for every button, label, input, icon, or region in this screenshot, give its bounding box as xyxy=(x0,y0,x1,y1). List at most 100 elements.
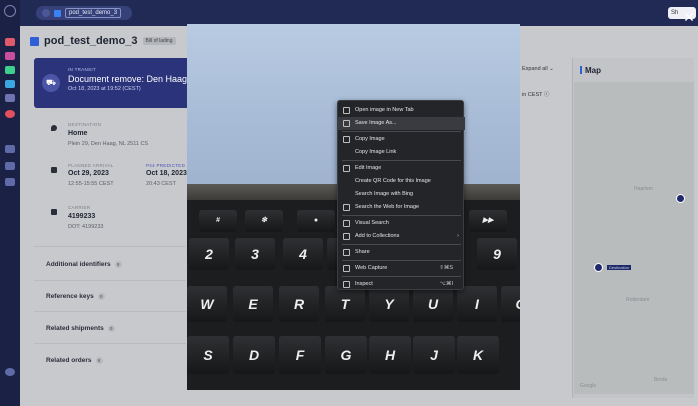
chevron-right-icon: › xyxy=(457,233,459,239)
keyboard-key: Y xyxy=(369,286,409,322)
nav-icon-9[interactable] xyxy=(5,178,15,186)
back-icon[interactable] xyxy=(42,9,50,17)
keyboard-key: T xyxy=(325,286,365,322)
section-label: Related shipments xyxy=(46,325,104,333)
visual-search-icon xyxy=(343,220,350,227)
keyboard-key: 4 xyxy=(283,238,323,270)
keyboard-key: G xyxy=(325,336,367,374)
map-pin-icon[interactable] xyxy=(676,194,685,203)
predicted-time: 20:43 CEST xyxy=(146,181,176,187)
menu-item-label: Visual Search xyxy=(355,220,389,226)
logo-icon[interactable] xyxy=(4,5,16,17)
menu-item-copy-image[interactable]: Copy Image xyxy=(338,133,465,146)
menu-item-add-to-collections[interactable]: Add to Collections › xyxy=(338,230,465,243)
destination-name: Home xyxy=(68,130,88,137)
menu-item-share[interactable]: Share xyxy=(338,246,465,259)
menu-item-label: Inspect xyxy=(355,281,373,287)
map-title: Map xyxy=(580,66,601,75)
section-count: 0 xyxy=(95,357,103,364)
keyboard-key: R xyxy=(279,286,319,322)
settings-icon[interactable] xyxy=(5,368,15,376)
menu-item-visual-search[interactable]: Visual Search xyxy=(338,217,465,230)
arrival-label: PLANNED ARRIVAL xyxy=(68,163,114,168)
timezone-label: in CEST xyxy=(522,92,543,98)
truck-icon: ⛟ xyxy=(42,74,60,92)
menu-item-open-image-in-new-tab[interactable]: Open image in New Tab xyxy=(338,104,465,117)
keyboard-key: W xyxy=(187,286,227,322)
timezone-note: in CEST ⓘ xyxy=(522,92,550,98)
nav-icon-7[interactable] xyxy=(5,145,15,153)
nav-icon-4[interactable] xyxy=(5,80,15,88)
nav-icon-6[interactable] xyxy=(5,110,15,118)
keyboard-key: U xyxy=(413,286,453,322)
menu-item-label: Save Image As... xyxy=(355,120,397,126)
close-icon[interactable]: ✕ xyxy=(682,10,696,24)
menu-item-save-image-as[interactable]: Save Image As... xyxy=(338,117,465,130)
menu-item-label: Add to Collections xyxy=(355,233,400,239)
expand-all-button[interactable]: Expand all ⌄ xyxy=(522,66,554,72)
keyboard-key: ● xyxy=(297,210,335,232)
keyboard-key: 9 xyxy=(477,238,517,270)
briefcase-icon xyxy=(51,209,57,215)
keyboard-key: ▶▶ xyxy=(469,210,507,232)
doc-icon xyxy=(54,9,61,17)
doc-type-badge: Bill of lading xyxy=(142,37,176,45)
menu-item-edit-image[interactable]: Edit Image xyxy=(338,162,465,175)
map-attribution: Google xyxy=(580,383,597,389)
keyboard-key: S xyxy=(187,336,229,374)
menu-item-label: Search the Web for Image xyxy=(355,204,420,210)
left-nav-rail xyxy=(0,0,20,406)
menu-item-create-qr-code-for-this-image[interactable]: Create QR Code for this Image xyxy=(338,175,465,188)
new-tab-icon xyxy=(343,107,350,114)
collections-icon xyxy=(343,233,350,240)
breadcrumb-pill[interactable]: pod_test_demo_3 xyxy=(36,6,132,20)
menu-separator xyxy=(342,160,461,161)
menu-item-search-image-with-bing[interactable]: Search Image with Bing xyxy=(338,188,465,201)
section-related-orders[interactable]: Related orders 0 xyxy=(46,357,103,364)
menu-item-search-the-web-for-image[interactable]: Search the Web for Image xyxy=(338,201,465,214)
nav-icon-1[interactable] xyxy=(5,38,15,46)
inspect-icon xyxy=(343,281,350,288)
menu-item-web-capture[interactable]: Web Capture ⇧⌘S xyxy=(338,262,465,275)
map-place-label: Haarlem xyxy=(634,186,653,192)
calendar-icon xyxy=(51,167,57,173)
share-icon xyxy=(343,249,350,256)
nav-icon-2[interactable] xyxy=(5,52,15,60)
destination-label: DESTINATION xyxy=(68,122,102,127)
map-pin-icon[interactable] xyxy=(594,263,603,272)
section-count: 0 xyxy=(97,293,105,300)
predicted-label: P44 PREDICTED xyxy=(146,163,186,168)
menu-item-label: Edit Image xyxy=(355,165,382,171)
keyboard-key: ❇ xyxy=(245,210,283,232)
carrier-dot: DOT: 4199233 xyxy=(68,224,104,230)
menu-item-inspect[interactable]: Inspect ⌥⌘I xyxy=(338,278,465,291)
edit-icon xyxy=(343,165,350,172)
section-reference-keys[interactable]: Reference keys 0 xyxy=(46,293,105,300)
nav-icon-8[interactable] xyxy=(5,162,15,170)
divider xyxy=(34,343,186,344)
section-label: Additional identifiers xyxy=(46,261,111,269)
menu-item-label: Web Capture xyxy=(355,265,388,271)
section-additional-identifiers[interactable]: Additional identifiers 0 xyxy=(46,261,122,268)
menu-item-label: Share xyxy=(355,249,370,255)
map-place-label: Breda xyxy=(654,377,668,383)
status-date: Oct 18, 2023 at 19:52 (CEST) xyxy=(68,86,141,92)
menu-item-copy-image-link[interactable]: Copy Image Link xyxy=(338,146,465,159)
page-title: pod_test_demo_3 xyxy=(44,35,138,47)
status-title: Document remove: Den Haag, ... xyxy=(68,74,200,84)
keyboard-key: H xyxy=(369,336,411,374)
menu-item-label: Open image in New Tab xyxy=(355,107,414,113)
arrival-time: 12:55-15:55 CEST xyxy=(68,181,114,187)
keyboard-key: O xyxy=(501,286,520,322)
context-menu: Open image in New Tab Save Image As... Cop… xyxy=(337,100,465,291)
nav-icon-3[interactable] xyxy=(5,66,15,74)
map-place-label: Rotterdam xyxy=(626,297,650,303)
save-icon xyxy=(343,120,350,127)
nav-icon-5[interactable] xyxy=(5,94,15,102)
section-related-shipments[interactable]: Related shipments 0 xyxy=(46,325,115,332)
map-view[interactable]: Haarlem Destination Rotterdam Breda Goog… xyxy=(574,82,694,394)
keyboard-key: D xyxy=(233,336,275,374)
section-label: Related orders xyxy=(46,357,92,365)
keyboard-key: K xyxy=(457,336,499,374)
destination-address: Plein 29, Den Haag, NL 2511 CS xyxy=(68,141,149,147)
